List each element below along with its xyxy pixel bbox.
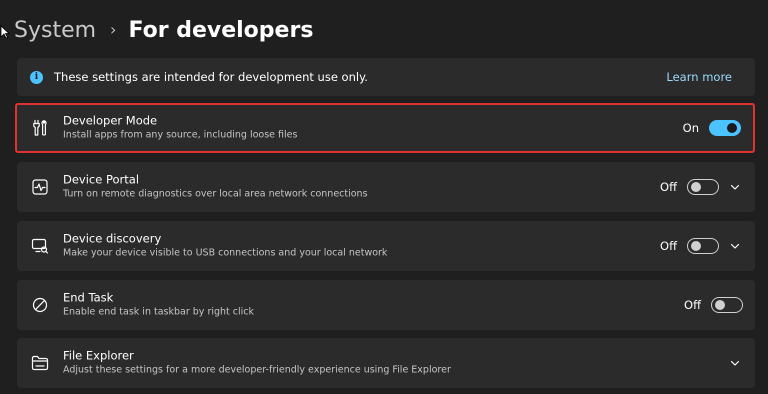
setting-card-device-portal[interactable]: Device Portal Turn on remote diagnostics… <box>17 162 755 212</box>
setting-card-end-task[interactable]: End Task Enable end task in taskbar by r… <box>17 280 755 330</box>
breadcrumb-system-link[interactable]: System <box>14 18 96 43</box>
toggle-state-label: Off <box>660 180 677 194</box>
toggle-knob <box>727 123 737 133</box>
folder-icon <box>31 355 49 371</box>
setting-description: Enable end task in taskbar by right clic… <box>63 306 255 318</box>
breadcrumb: System › For developers <box>14 14 313 46</box>
learn-more-link[interactable]: Learn more <box>666 70 732 84</box>
setting-description: Turn on remote diagnostics over local ar… <box>63 188 368 200</box>
setting-title: Developer Mode <box>63 113 158 128</box>
setting-title: End Task <box>63 290 114 305</box>
developer-mode-toggle[interactable] <box>709 120 741 136</box>
info-bar-text: These settings are intended for developm… <box>54 70 368 84</box>
end-task-icon <box>32 297 48 313</box>
setting-description: Adjust these settings for a more develop… <box>63 364 451 376</box>
setting-text: Device Portal Turn on remote diagnostics… <box>63 173 368 202</box>
setting-text: Device discovery Make your device visibl… <box>63 232 387 261</box>
setting-description: Make your device visible to USB connecti… <box>63 247 388 259</box>
chevron-down-icon[interactable] <box>729 181 741 193</box>
mouse-cursor-icon <box>0 25 10 39</box>
toggle-group: On <box>683 120 741 136</box>
page-title: For developers <box>128 17 314 43</box>
setting-card-device-discovery[interactable]: Device discovery Make your device visibl… <box>17 221 755 271</box>
setting-text: End Task Enable end task in taskbar by r… <box>63 291 254 320</box>
info-icon: i <box>30 70 43 84</box>
setting-title: File Explorer <box>63 348 134 363</box>
settings-page: System › For developers i These settings… <box>0 0 768 394</box>
toggle-state-label: Off <box>660 239 677 253</box>
developer-tools-icon <box>33 119 47 136</box>
setting-card-developer-mode[interactable]: Developer Mode Install apps from any sou… <box>15 103 755 153</box>
setting-card-file-explorer[interactable]: File Explorer Adjust these settings for … <box>17 338 755 388</box>
chevron-down-icon[interactable] <box>729 240 741 252</box>
toggle-state-label: On <box>682 121 699 135</box>
device-discovery-toggle[interactable] <box>687 238 719 254</box>
setting-description: Install apps from any source, including … <box>63 129 298 141</box>
end-task-toggle[interactable] <box>711 297 743 313</box>
toggle-knob <box>691 182 701 192</box>
setting-text: Developer Mode Install apps from any sou… <box>63 114 297 143</box>
toggle-state-label: Off <box>684 298 701 312</box>
setting-title: Device Portal <box>63 172 140 187</box>
device-discovery-icon <box>31 238 49 254</box>
toggle-group: Off <box>660 179 719 195</box>
toggle-group: Off <box>660 238 719 254</box>
setting-text: File Explorer Adjust these settings for … <box>63 349 451 378</box>
chevron-down-icon[interactable] <box>729 357 741 369</box>
toggle-group: Off <box>684 297 743 313</box>
toggle-knob <box>715 300 725 310</box>
info-bar: i These settings are intended for develo… <box>17 58 755 96</box>
setting-title: Device discovery <box>63 231 162 246</box>
toggle-knob <box>691 241 701 251</box>
chevron-right-icon: › <box>110 19 117 39</box>
device-portal-icon <box>32 179 48 195</box>
device-portal-toggle[interactable] <box>687 179 719 195</box>
